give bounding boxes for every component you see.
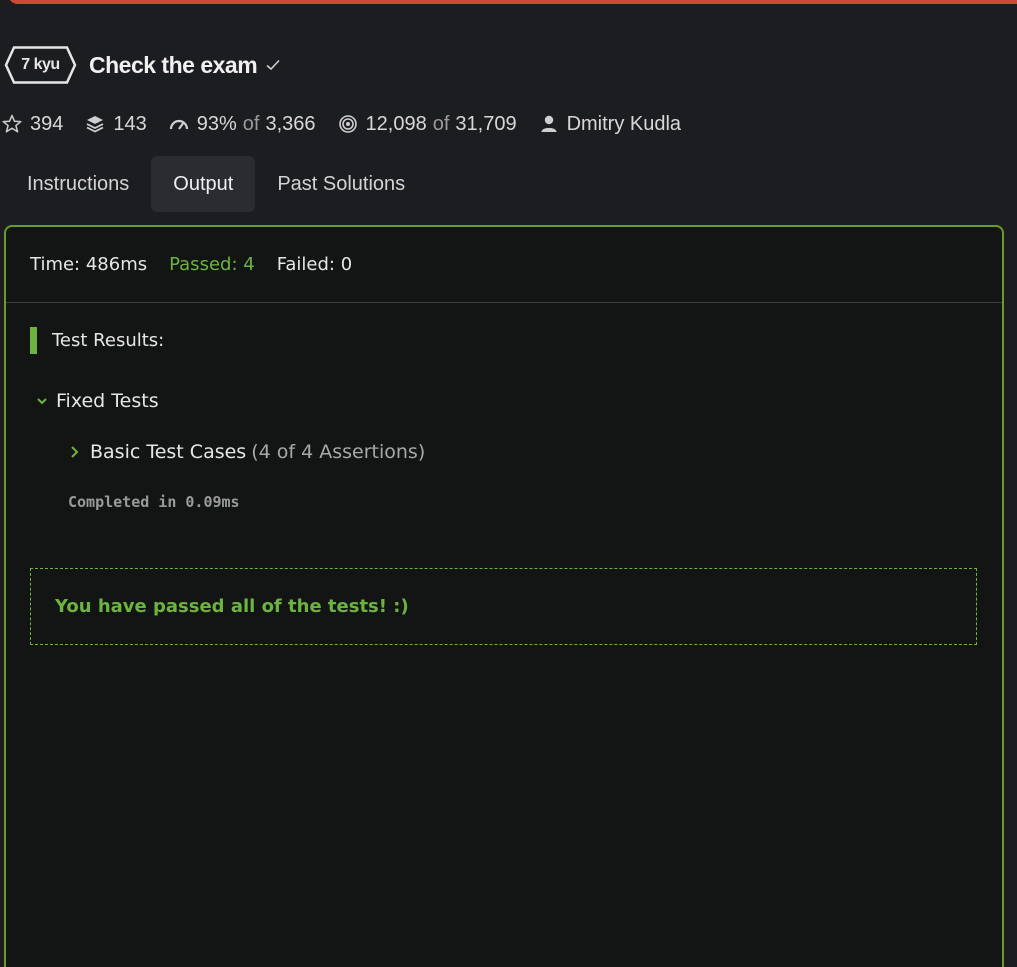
kata-tabs: Instructions Output Past Solutions: [5, 156, 427, 212]
test-summary: Time: 486ms Passed: 4 Failed: 0: [6, 227, 1002, 303]
test-case-label: Basic Test Cases: [90, 441, 247, 463]
results-marker: [30, 327, 37, 354]
layers-icon: [86, 116, 104, 133]
author-name[interactable]: Dmitry Kudla: [567, 113, 681, 136]
stars-stat[interactable]: 394: [2, 113, 63, 136]
kata-stats: 394 143 93% of 3,366 12,098 of 31,709 Dm…: [2, 110, 703, 138]
kata-title-row: 7 kyu Check the exam: [4, 45, 281, 85]
satisfaction-stat: 93% of 3,366: [169, 113, 316, 136]
results-header: Test Results:: [30, 327, 164, 354]
passed-label: Passed: 4: [169, 254, 255, 275]
output-panel: Time: 486ms Passed: 4 Failed: 0 Test Res…: [4, 225, 1004, 967]
star-icon: [2, 114, 22, 133]
time-label: Time: 486ms: [30, 254, 148, 275]
completed-time: Completed in 0.09ms: [68, 493, 240, 511]
author-stat[interactable]: Dmitry Kudla: [539, 113, 681, 136]
completed-count: 12,098: [365, 112, 427, 135]
stars-count: 394: [30, 112, 64, 135]
attempted-count: 31,709: [455, 112, 517, 135]
collections-count: 143: [113, 112, 147, 135]
tab-past-solutions[interactable]: Past Solutions: [255, 156, 427, 212]
check-icon: [266, 59, 280, 71]
tab-instructions[interactable]: Instructions: [5, 156, 151, 212]
satisfaction-votes: 3,366: [265, 112, 316, 135]
test-case-assertions: (4 of 4 Assertions): [251, 441, 426, 463]
completed-of: of: [432, 112, 450, 135]
satisfaction-rate: 93%: [196, 112, 237, 135]
success-message: You have passed all of the tests! :): [55, 596, 409, 617]
satisfaction-of: of: [242, 112, 260, 135]
user-icon: [541, 115, 557, 132]
rank-label: 7 kyu: [21, 56, 60, 73]
completed-stat: 12,098 of 31,709: [338, 113, 517, 136]
chevron-down-icon: [37, 398, 47, 405]
kata-title: Check the exam: [89, 51, 258, 78]
results-title: Test Results:: [52, 330, 165, 351]
test-group-fixed[interactable]: Fixed Tests: [36, 390, 159, 412]
collections-stat[interactable]: 143: [85, 112, 147, 136]
test-case-basic[interactable]: Basic Test Cases (4 of 4 Assertions): [68, 441, 425, 463]
test-group-label: Fixed Tests: [56, 390, 159, 412]
tab-output[interactable]: Output: [151, 156, 256, 212]
top-accent-bar: [8, 0, 1017, 4]
chevron-right-icon: [71, 446, 79, 458]
target-icon: [338, 115, 357, 133]
failed-label: Failed: 0: [276, 254, 353, 275]
success-message-box: You have passed all of the tests! :): [30, 568, 977, 645]
rank-badge: 7 kyu: [4, 46, 77, 84]
gauge-icon: [169, 119, 188, 130]
